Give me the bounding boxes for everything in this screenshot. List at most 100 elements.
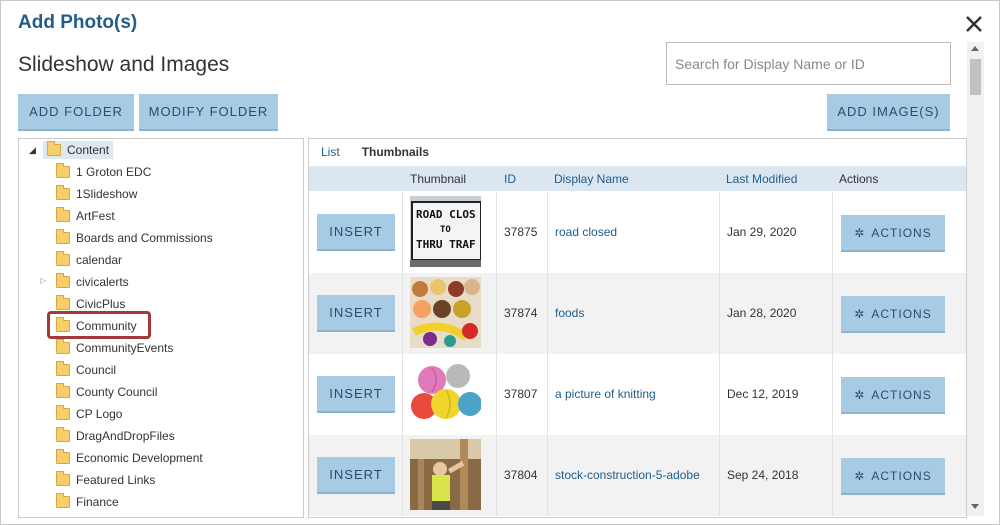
expand-icon[interactable]: ▷ [40,276,46,285]
insert-button[interactable]: INSERT [317,376,395,411]
tree-item-community[interactable]: Community [56,315,137,337]
cell-id: 37874 [504,306,538,320]
folder-icon [56,273,70,288]
tab-list[interactable]: List [321,145,340,159]
tree-item[interactable]: calendar [56,249,122,271]
folder-icon [56,449,70,464]
add-images-button[interactable]: ADD IMAGE(S) [827,94,950,129]
tree-item[interactable]: civicalerts [56,271,129,293]
cell-id: 37875 [504,225,538,239]
header-display-name[interactable]: Display Name [554,172,629,186]
tree-item-label: calendar [76,253,123,267]
cell-display-name[interactable]: foods [555,306,584,320]
thumbnail-construction[interactable] [410,439,481,510]
scroll-down-icon[interactable] [971,504,979,509]
tree-item-label: 1Slideshow [76,187,138,201]
tree-item[interactable]: ArtFest [56,205,115,227]
modify-folder-button[interactable]: MODIFY FOLDER [139,94,278,129]
tree-root-label: Content [67,143,110,157]
folder-icon [56,471,70,486]
tree-item-label: County Council [76,385,158,399]
thumbnail-foods[interactable] [410,277,481,348]
tree-item[interactable]: County Council [56,381,157,403]
svg-text:ROAD CLOS: ROAD CLOS [416,208,476,221]
tree-item[interactable]: Council [56,359,116,381]
table-row: INSERT 37874 foods Jan 28, 2020 ✲ ACTION… [309,273,966,354]
insert-button[interactable]: INSERT [317,295,395,330]
cell-id: 37804 [504,468,538,482]
cell-last-modified: Dec 12, 2019 [727,387,799,401]
tree-item[interactable]: CP Logo [56,403,122,425]
view-tabs: List Thumbnails [309,139,966,165]
thumbnail-road-closed[interactable]: ROAD CLOS TO THRU TRAF [410,196,481,267]
folder-icon [56,493,70,508]
folder-icon [56,207,70,222]
actions-button[interactable]: ✲ ACTIONS [841,458,945,493]
folder-icon [56,383,70,398]
search-input[interactable] [666,42,951,85]
folder-icon [56,229,70,244]
folder-icon [56,361,70,376]
actions-label: ACTIONS [871,306,932,321]
close-icon[interactable] [961,11,987,37]
folder-icon [56,251,70,266]
folder-icon [56,339,70,354]
collapse-icon[interactable]: ◢ [29,145,39,156]
cell-display-name[interactable]: stock-construction-5-adobe [555,468,700,482]
gear-icon: ✲ [854,306,866,321]
tree-item[interactable]: Featured Links [56,469,155,491]
header-id[interactable]: ID [504,172,516,186]
tree-item[interactable]: 1Slideshow [56,183,137,205]
thumbnail-knitting[interactable] [410,358,481,429]
tree-item-label: DragAndDropFiles [76,429,175,443]
table-row: INSERT 37804 stock-construction-5-adobe … [309,435,966,516]
folder-icon [56,185,70,200]
tree-item-label: Featured Links [76,473,156,487]
tree-item-label: CP Logo [76,407,123,421]
tree-item[interactable]: Economic Development [56,447,203,469]
gear-icon: ✲ [854,468,866,483]
tab-thumbnails[interactable]: Thumbnails [362,145,429,159]
insert-button[interactable]: INSERT [317,457,395,492]
header-actions: Actions [839,172,879,186]
tree-root-content[interactable]: ◢ Content [29,139,114,161]
vertical-scrollbar[interactable] [967,42,984,516]
header-last-modified[interactable]: Last Modified [726,172,797,186]
tree-item-label: Council [76,363,117,377]
tree-item[interactable]: Boards and Commissions [56,227,213,249]
folder-icon [56,427,70,442]
cell-display-name[interactable]: road closed [555,225,617,239]
svg-text:TO: TO [440,225,451,235]
folder-icon [56,405,70,420]
gear-icon: ✲ [854,387,866,402]
actions-button[interactable]: ✲ ACTIONS [841,377,945,412]
table-row: INSERT 37807 a picture of knitting Dec 1… [309,354,966,435]
add-photo-dialog: Add Photo(s) Slideshow and Images ADD FO… [0,0,1000,525]
insert-button[interactable]: INSERT [317,214,395,249]
folder-icon [56,295,70,310]
folder-icon [56,317,70,332]
image-list-panel: List Thumbnails Thumbnail ID Display Nam… [308,138,967,518]
tree-item-label: Boards and Commissions [76,231,213,245]
add-folder-button[interactable]: ADD FOLDER [18,94,134,129]
page-subtitle: Slideshow and Images [18,53,230,76]
scroll-thumb[interactable] [970,59,981,95]
tree-item[interactable]: Finance [56,491,119,513]
tree-item[interactable]: CommunityEvents [56,337,173,359]
tree-item-label: 1 Groton EDC [76,165,152,179]
cell-last-modified: Jan 29, 2020 [727,225,797,239]
actions-button[interactable]: ✲ ACTIONS [841,296,945,331]
actions-label: ACTIONS [871,225,932,240]
cell-last-modified: Jan 28, 2020 [727,306,797,320]
tree-item[interactable]: DragAndDropFiles [56,425,175,447]
actions-label: ACTIONS [871,387,932,402]
folder-open-icon [47,141,61,156]
tree-item[interactable]: 1 Groton EDC [56,161,151,183]
table-header: Thumbnail ID Display Name Last Modified … [309,166,966,191]
tree-item-label: ArtFest [76,209,115,223]
actions-button[interactable]: ✲ ACTIONS [841,215,945,250]
scroll-up-icon[interactable] [971,46,979,51]
cell-display-name[interactable]: a picture of knitting [555,387,656,401]
header-thumbnail: Thumbnail [410,172,467,186]
tree-item-label: CivicPlus [76,297,126,311]
